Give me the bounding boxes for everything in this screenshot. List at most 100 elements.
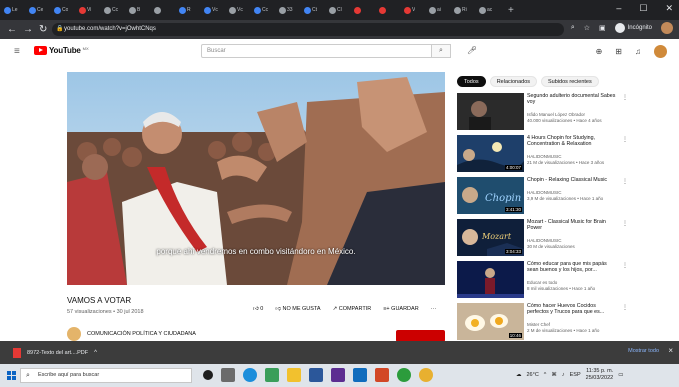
extensions-icon[interactable]: ▣: [599, 24, 606, 32]
filter-chip[interactable]: Relacionados: [489, 76, 538, 87]
file-explorer-icon[interactable]: [287, 368, 301, 382]
more-options-icon[interactable]: ⋮: [622, 304, 628, 311]
windows-start-icon[interactable]: [7, 371, 16, 380]
recommended-title[interactable]: Cómo educar para que mis papás sean buen…: [527, 261, 619, 273]
notifications-bell-icon[interactable]: ♫: [635, 47, 641, 56]
weather-temp[interactable]: 26°C: [527, 372, 539, 378]
more-actions-button[interactable]: ···: [431, 306, 437, 312]
browser-tab[interactable]: [379, 4, 401, 16]
recommended-channel[interactable]: Mister Chef: [527, 322, 550, 327]
task-view-icon[interactable]: [203, 370, 213, 380]
browser-tab[interactable]: Cc: [104, 4, 126, 16]
browser-tab[interactable]: B: [129, 4, 151, 16]
back-icon[interactable]: ←: [7, 24, 17, 35]
share-button[interactable]: ↗ COMPARTIR: [333, 306, 372, 312]
video-thumbnail[interactable]: Mozart 3:04:33: [457, 219, 524, 256]
search-button[interactable]: ⌕: [431, 44, 451, 58]
recommended-channel[interactable]: Educar es todo: [527, 280, 557, 285]
recommended-title[interactable]: Chopin - Relaxing Classical Music: [527, 177, 619, 183]
teams-icon[interactable]: [331, 368, 345, 382]
recommended-video[interactable]: 10:46 Cómo hacer Huevos Cocidos perfectos…: [457, 303, 677, 342]
recommended-video[interactable]: Segundo adulterio documental Sabes voy Is…: [457, 93, 677, 132]
weather-icon[interactable]: ☁: [516, 372, 522, 378]
microphone-icon[interactable]: 🎤︎: [467, 46, 477, 55]
more-options-icon[interactable]: ⋮: [622, 220, 628, 227]
calculator-icon[interactable]: [221, 368, 235, 382]
apps-grid-icon[interactable]: ⊞: [615, 47, 622, 56]
close-window-button[interactable]: ✕: [665, 3, 673, 14]
browser-tab[interactable]: R: [179, 4, 201, 16]
url-field[interactable]: 🔒 youtube.com/watch?v=jOwhtCNqs: [52, 23, 564, 36]
browser-tab[interactable]: 33: [279, 4, 301, 16]
new-tab-button[interactable]: +: [508, 5, 514, 16]
like-button[interactable]: 👍︎ 0: [253, 306, 263, 312]
browser-tab[interactable]: ai: [429, 4, 451, 16]
search-input[interactable]: Buscar: [201, 44, 451, 58]
network-icon[interactable]: ⌘: [551, 372, 557, 378]
account-avatar[interactable]: [654, 45, 667, 58]
incognito-badge[interactable]: Incógnito: [614, 23, 652, 33]
maximize-button[interactable]: ☐: [639, 3, 647, 14]
store-icon[interactable]: [265, 368, 279, 382]
download-filename[interactable]: 8972-Texto del art....PDF: [27, 350, 88, 356]
browser-tab[interactable]: Le: [4, 4, 26, 16]
filter-chip[interactable]: Todos: [457, 76, 486, 87]
youtube-logo[interactable]: YouTube MX: [34, 46, 89, 55]
recommended-video[interactable]: Cómo educar para que mis papás sean buen…: [457, 261, 677, 300]
browser-tab[interactable]: Co: [54, 4, 76, 16]
close-download-bar-button[interactable]: ×: [668, 346, 673, 355]
more-options-icon[interactable]: ⋮: [622, 94, 628, 101]
recommended-title[interactable]: Segundo adulterio documental Sabes voy: [527, 93, 619, 105]
hamburger-menu-icon[interactable]: ≡: [14, 46, 20, 57]
recommended-video[interactable]: 4:00:07 4 Hours Chopin for Studying, Conc…: [457, 135, 677, 174]
video-thumbnail[interactable]: 10:46: [457, 303, 524, 340]
browser-tab[interactable]: [154, 4, 176, 16]
more-options-icon[interactable]: ⋮: [622, 178, 628, 185]
browser-tab[interactable]: Ri: [454, 4, 476, 16]
edge-icon[interactable]: [243, 368, 257, 382]
paint-icon[interactable]: [419, 368, 433, 382]
reload-icon[interactable]: ↻: [39, 24, 48, 35]
more-options-icon[interactable]: ⋮: [622, 136, 628, 143]
channel-name[interactable]: COMUNICACIÓN POLÍTICA Y CIUDADANA: [87, 331, 196, 337]
browser-tab[interactable]: [354, 4, 376, 16]
browser-tab[interactable]: Vi: [79, 4, 101, 16]
minimize-button[interactable]: –: [616, 3, 621, 14]
notifications-icon[interactable]: ▭: [618, 372, 623, 378]
download-options-chevron[interactable]: ^: [94, 350, 97, 356]
video-thumbnail[interactable]: 4:00:07: [457, 135, 524, 172]
search-icon[interactable]: ⌕: [571, 24, 575, 32]
browser-tab[interactable]: Ct: [304, 4, 326, 16]
show-all-downloads-link[interactable]: Mostrar todo: [628, 348, 659, 354]
recommended-title[interactable]: Mozart - Classical Music for Brain Power: [527, 219, 619, 231]
browser-tab[interactable]: ac: [479, 4, 501, 16]
recommended-channel[interactable]: HALIDONMUSIC: [527, 190, 562, 195]
clock[interactable]: 11:35 p. m. 25/03/2022: [586, 368, 614, 381]
channel-avatar[interactable]: [67, 327, 81, 341]
forward-icon[interactable]: →: [23, 24, 33, 35]
bookmark-star-icon[interactable]: ☆: [584, 24, 590, 32]
filter-chip[interactable]: Subidos recientes: [541, 76, 599, 87]
recommended-video[interactable]: Mozart 3:04:33 Mozart - Classical Music fo…: [457, 219, 677, 258]
recommended-channel[interactable]: HALIDONMUSIC: [527, 154, 562, 159]
browser-tab[interactable]: Cc: [254, 4, 276, 16]
recommended-title[interactable]: Cómo hacer Huevos Cocidos perfectos y Tr…: [527, 303, 619, 315]
browser-tab[interactable]: Cl: [329, 4, 351, 16]
video-thumbnail[interactable]: [457, 261, 524, 298]
video-thumbnail[interactable]: [457, 93, 524, 130]
browser-tab[interactable]: Vc: [204, 4, 226, 16]
more-options-icon[interactable]: ⋮: [622, 262, 628, 269]
taskbar-search-input[interactable]: ⌕ Escribe aquí para buscar: [20, 368, 192, 383]
chrome-icon[interactable]: [397, 368, 411, 382]
browser-tab[interactable]: Ce: [29, 4, 51, 16]
recommended-channel[interactable]: HALIDONMUSIC: [527, 238, 562, 243]
recommended-channel[interactable]: Isfido Manuel López Obrador: [527, 112, 585, 117]
create-video-icon[interactable]: ⊕: [596, 47, 603, 56]
browser-tab[interactable]: Vc: [229, 4, 251, 16]
profile-avatar[interactable]: [661, 22, 673, 34]
video-player[interactable]: porque ahí vendremos en combo visitándor…: [67, 72, 445, 285]
volume-icon[interactable]: ♪: [562, 372, 565, 378]
recommended-video[interactable]: Chopin 3:41:30 Chopin - Relaxing Classical…: [457, 177, 677, 216]
recommended-title[interactable]: 4 Hours Chopin for Studying, Concentrati…: [527, 135, 619, 147]
dislike-button[interactable]: 👎︎ NO ME GUSTA: [275, 306, 320, 312]
